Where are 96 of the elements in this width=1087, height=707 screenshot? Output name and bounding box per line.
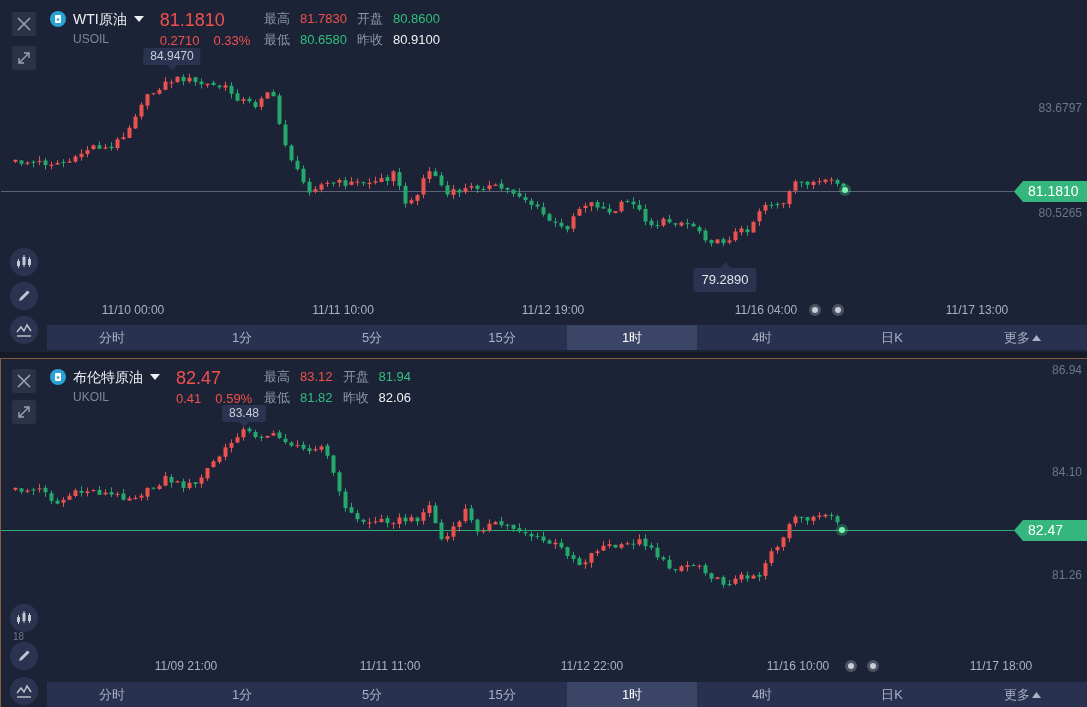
low-price-label: 79.2890	[693, 268, 757, 292]
last-price: 81.1810	[159, 9, 226, 31]
symbol-name[interactable]: 布伦特原油	[73, 368, 143, 386]
close-icon	[17, 374, 31, 388]
stat-label: 开盘	[342, 369, 369, 385]
price-change: 0.41	[176, 391, 202, 407]
timeframe-tab[interactable]: 1时	[567, 325, 697, 350]
stat-value: 80.9100	[393, 32, 440, 48]
stat-label: 最高	[264, 369, 290, 385]
timeframe-tab[interactable]: 更多	[957, 325, 1087, 350]
symbol-logo-icon	[50, 369, 66, 385]
current-price-tag: 82.47	[1014, 520, 1087, 541]
time-axis-label: 11/11 10:00	[312, 303, 374, 317]
price-axis-label: 84.10	[1051, 465, 1082, 479]
chart-type-button[interactable]	[10, 604, 38, 632]
timeframe-tab[interactable]: 分时	[47, 325, 177, 350]
price-change-percent: 0.33%	[213, 33, 251, 49]
stat-label: 昨收	[357, 32, 383, 48]
current-price-tag: 81.1810	[1014, 181, 1087, 202]
symbol-logo-icon	[50, 11, 66, 27]
timeframe-tab[interactable]: 4时	[697, 325, 827, 350]
caret-up-icon	[1031, 691, 1041, 698]
chart-type-button[interactable]	[10, 248, 38, 276]
expand-icon	[18, 52, 30, 64]
time-axis-label: 11/16 10:00	[766, 659, 830, 673]
event-marker-icon[interactable]	[867, 660, 879, 672]
line-chart-icon	[16, 322, 32, 338]
expand-button[interactable]	[12, 46, 36, 70]
symbol-code: USOIL	[73, 32, 110, 46]
symbol-name[interactable]: WTI原油	[73, 10, 127, 28]
time-axis-label: 11/12 22:00	[560, 659, 624, 673]
timeframe-tab[interactable]: 4时	[697, 682, 827, 707]
last-price: 82.47	[176, 367, 223, 389]
time-axis-label: 11/17 13:00	[945, 303, 1009, 317]
timeframe-tab[interactable]: 1分	[177, 325, 307, 350]
timeframe-tab[interactable]: 1时	[567, 682, 697, 707]
stat-label: 最低	[264, 390, 290, 406]
event-marker-icon[interactable]	[845, 660, 857, 672]
symbol-code: UKOIL	[73, 390, 110, 404]
live-price-dot-icon	[839, 184, 851, 196]
price-axis-label: 83.6797	[1038, 101, 1082, 115]
timeframe-tab[interactable]: 5分	[307, 682, 437, 707]
caret-up-icon	[1031, 334, 1041, 341]
stat-value: 81.82	[300, 390, 333, 406]
pointer-icon	[239, 422, 249, 427]
stat-label: 开盘	[357, 11, 383, 27]
stat-value: 82.06	[378, 390, 412, 406]
event-marker-icon[interactable]	[832, 304, 844, 316]
stat-label: 最低	[264, 32, 290, 48]
stat-value: 80.8600	[393, 11, 440, 27]
timeframe-tab[interactable]: 15分	[437, 325, 567, 350]
price-axis-label: 81.26	[1051, 568, 1082, 582]
timeframe-tab[interactable]: 更多	[957, 682, 1087, 707]
time-axis-label: 11/10 00:00	[101, 303, 165, 317]
timeframe-tab[interactable]: 1分	[177, 682, 307, 707]
timeframe-tab[interactable]: 5分	[307, 325, 437, 350]
expand-button[interactable]	[12, 400, 36, 424]
caret-down-icon	[150, 374, 160, 380]
time-axis-label: 11/11 11:00	[359, 659, 421, 673]
pencil-icon	[16, 648, 32, 664]
stat-value: 83.12	[300, 369, 333, 385]
pointer-icon	[167, 65, 177, 70]
timeframe-tab[interactable]: 日K	[827, 682, 957, 707]
close-icon	[17, 17, 31, 31]
live-price-dot-icon	[836, 524, 848, 536]
price-axis-label: 18	[13, 632, 25, 642]
time-axis-label: 11/16 04:00	[734, 303, 798, 317]
caret-down-icon	[133, 16, 144, 22]
timeframe-tab[interactable]: 分时	[47, 682, 177, 707]
expand-icon	[18, 406, 30, 418]
price-axis-label: 80.5265	[1038, 206, 1082, 220]
stat-value: 81.94	[378, 369, 412, 385]
stat-label: 最高	[264, 11, 290, 27]
time-axis-label: 11/12 19:00	[521, 303, 585, 317]
line-chart-icon	[16, 683, 32, 699]
timeframe-tab[interactable]: 15分	[437, 682, 567, 707]
indicator-button[interactable]	[10, 677, 38, 705]
pencil-icon	[16, 288, 32, 304]
event-marker-icon[interactable]	[809, 304, 821, 316]
stat-value: 80.6580	[300, 32, 347, 48]
timeframe-tab[interactable]: 日K	[827, 325, 957, 350]
time-axis-label: 11/17 18:00	[969, 659, 1033, 673]
indicator-button[interactable]	[10, 316, 38, 344]
drawing-tool-button[interactable]	[10, 642, 38, 670]
price-axis-label: 86.94	[1051, 363, 1082, 377]
stat-value: 81.7830	[300, 11, 347, 27]
pointer-icon	[720, 262, 730, 268]
close-button[interactable]	[12, 369, 36, 393]
candlestick-icon	[16, 610, 32, 626]
close-button[interactable]	[12, 12, 36, 36]
price-change: 0.2710	[159, 33, 200, 49]
stat-label: 昨收	[342, 390, 369, 406]
drawing-tool-button[interactable]	[10, 282, 38, 310]
price-change-percent: 0.59%	[215, 391, 253, 407]
time-axis-label: 11/09 21:00	[154, 659, 218, 673]
candlestick-icon	[16, 254, 32, 270]
